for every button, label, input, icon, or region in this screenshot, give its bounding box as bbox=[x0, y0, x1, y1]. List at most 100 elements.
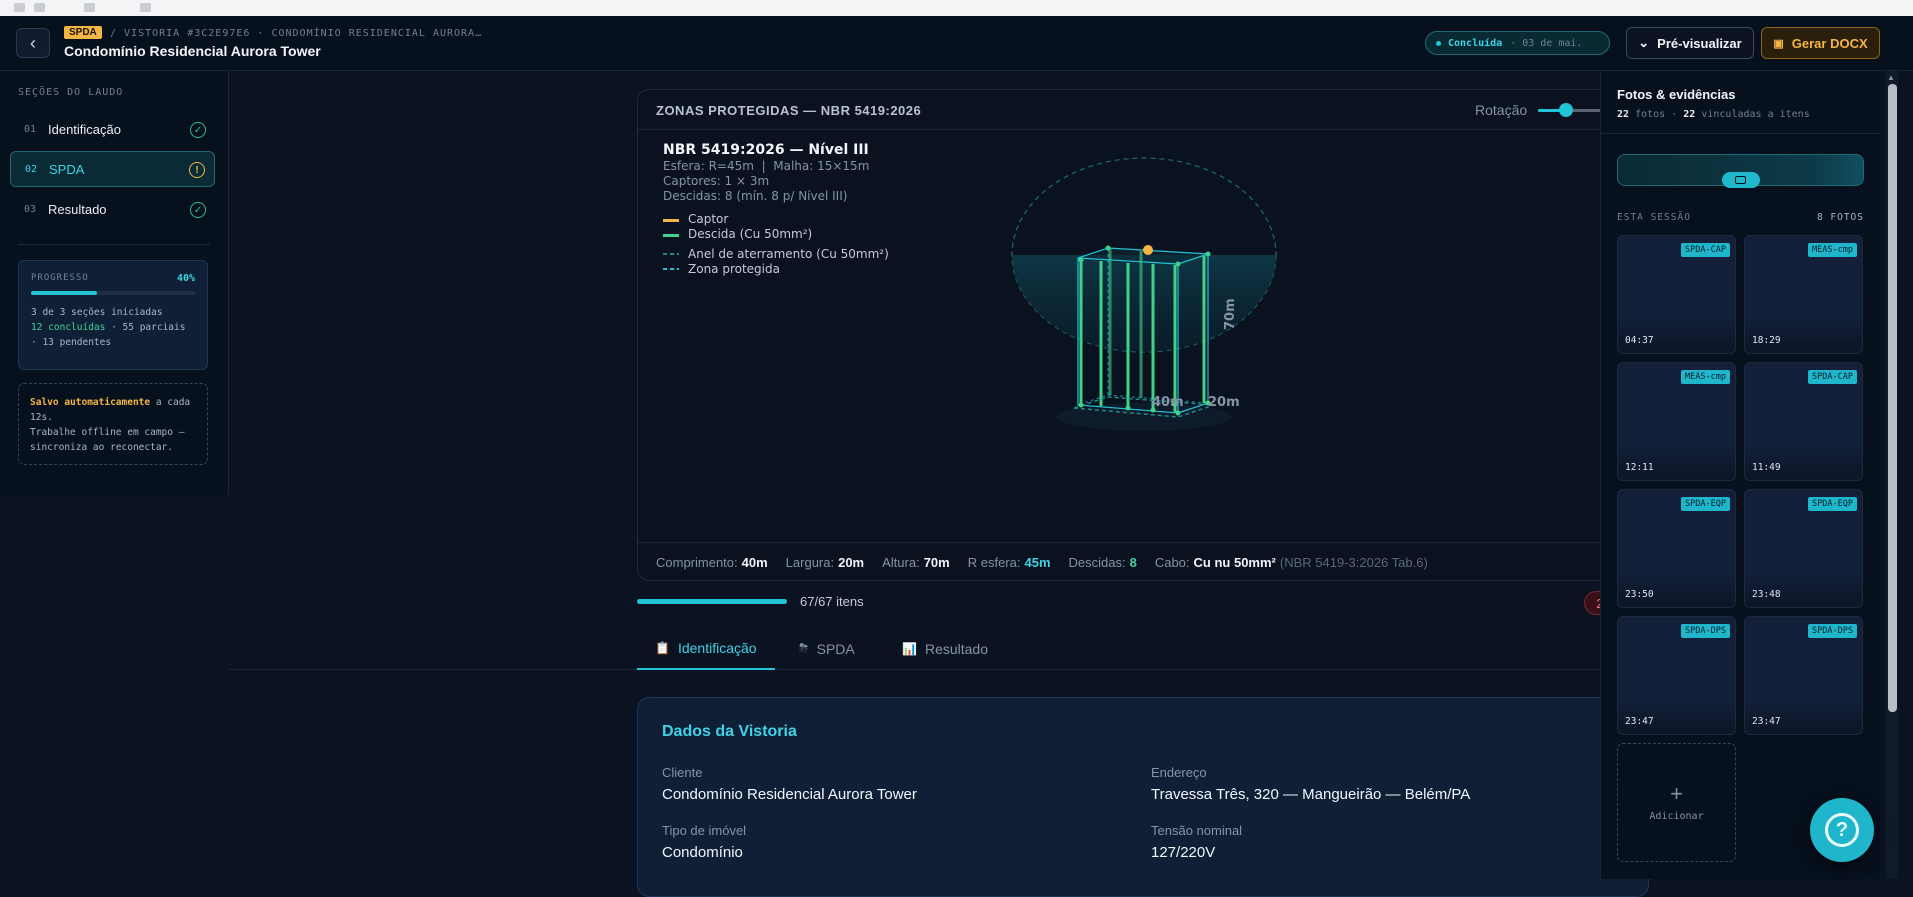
sidebar-item-number: 02 bbox=[25, 163, 38, 175]
sidebar-item-spda[interactable]: 02 SPDA ! bbox=[10, 151, 215, 187]
scroll-up-arrow-icon[interactable]: ▲ bbox=[1887, 73, 1895, 82]
chevron-down-icon: ⌄ bbox=[1638, 35, 1650, 50]
help-icon: ? bbox=[1825, 813, 1859, 847]
protected-zones-card: ZONAS PROTEGIDAS — NBR 5419:2026 Rotação… bbox=[637, 89, 1649, 581]
sidebar-item-resultado[interactable]: 03 Resultado ✓ bbox=[10, 191, 215, 227]
help-button[interactable]: ? bbox=[1810, 798, 1874, 862]
rotation-label: Rotação bbox=[1475, 102, 1528, 118]
generate-docx-button[interactable]: ▣ Gerar DOCX bbox=[1761, 27, 1880, 59]
toolbar-icon bbox=[140, 3, 151, 12]
clipboard-icon: 📋 bbox=[655, 640, 670, 655]
photo-thumbnail[interactable]: SPDA-CAP 11:49 bbox=[1744, 362, 1863, 481]
zones-card-header: ZONAS PROTEGIDAS — NBR 5419:2026 Rotação bbox=[638, 90, 1648, 130]
spda-3d-scene[interactable]: NBR 5419:2026 — Nível III Esfera: R=45m … bbox=[638, 130, 1649, 542]
autosave-offline-text: Trabalhe offline em campo — sincroniza a… bbox=[30, 427, 185, 453]
progress-card: PROGRESSO 40% 3 de 3 seções iniciadas 12… bbox=[18, 260, 208, 370]
check-circle-icon: ✓ bbox=[190, 122, 206, 138]
tab-identificacao[interactable]: 📋 Identificação bbox=[637, 627, 775, 670]
descents-label: Descidas: bbox=[1068, 555, 1126, 570]
zones-summary: Comprimento: 40m Largura: 20m Altura: 70m R… bbox=[638, 542, 1648, 580]
status-badge: Concluída · 03 de mai. bbox=[1425, 31, 1610, 55]
voltage-field: Tensão nominal 127/220V bbox=[1151, 823, 1242, 861]
photo-thumbnail[interactable]: SPDA-CAP 04:37 bbox=[1617, 235, 1736, 354]
photos-linked-count: 22 bbox=[1683, 109, 1696, 120]
session-label: ESTA SESSÃO bbox=[1617, 212, 1691, 223]
address-field: Endereço Travessa Três, 320 — Mangueirão… bbox=[1151, 765, 1470, 803]
legend-sphere-line: Esfera: R=45m | Malha: 15×15m bbox=[663, 159, 869, 173]
width-value: 20m bbox=[838, 555, 865, 570]
descents-value: 8 bbox=[1129, 555, 1137, 570]
autosave-notice: Salvo automaticamente a cada 12s. Trabal… bbox=[18, 383, 208, 465]
client-value[interactable]: Condomínio Residencial Aurora Tower bbox=[662, 786, 917, 803]
photo-thumbnail[interactable]: SPDA-EQP 23:48 bbox=[1744, 489, 1863, 608]
divider bbox=[1601, 133, 1881, 134]
property-type-field: Tipo de imóvel Condomínio bbox=[662, 823, 746, 861]
page-title: Condomínio Residencial Aurora Tower bbox=[64, 43, 321, 59]
photos-linked-label: vinculadas a itens bbox=[1701, 109, 1810, 120]
address-value[interactable]: Travessa Três, 320 — Mangueirão — Belém/… bbox=[1151, 786, 1470, 803]
photo-time: 04:37 bbox=[1625, 335, 1654, 346]
length-dimension-label: 40m bbox=[1152, 395, 1184, 410]
session-photo-count: 8 FOTOS bbox=[1816, 212, 1864, 223]
voltage-label: Tensão nominal bbox=[1151, 823, 1243, 838]
length-value: 40m bbox=[741, 555, 768, 570]
zones-title: ZONAS PROTEGIDAS — NBR 5419:2026 bbox=[656, 103, 922, 118]
legend-descent-label: Descida (Cu 50mm²) bbox=[688, 227, 812, 241]
property-type-value[interactable]: Condomínio bbox=[662, 844, 746, 861]
photo-thumbnail[interactable]: MEAS-cmp 12:11 bbox=[1617, 362, 1736, 481]
breadcrumb: / VISTORIA #3C2E97E6 · CONDOMÍNIO RESIDE… bbox=[110, 28, 483, 39]
divider bbox=[18, 244, 210, 245]
photo-thumbnail[interactable]: MEAS-cmp 18:29 bbox=[1744, 235, 1863, 354]
client-label: Cliente bbox=[662, 765, 703, 780]
tab-spda[interactable]: ⛈ SPDA bbox=[799, 627, 855, 670]
progress-pending-text: · 13 pendentes bbox=[31, 337, 112, 348]
photo-time: 23:47 bbox=[1752, 716, 1781, 727]
rotation-slider-handle[interactable] bbox=[1558, 103, 1573, 117]
toolbar-icon bbox=[84, 3, 95, 12]
back-button[interactable]: ‹ bbox=[16, 28, 50, 58]
capture-photo-button[interactable] bbox=[1617, 154, 1864, 188]
photo-tag: SPDA-DPS bbox=[1808, 624, 1857, 638]
sidebar-item-number: 01 bbox=[24, 123, 37, 135]
sidebar-item-identificacao[interactable]: 01 Identificação ✓ bbox=[10, 111, 215, 147]
sphere-value: 45m bbox=[1024, 555, 1051, 570]
sidebar-item-label: Identificação bbox=[48, 121, 121, 137]
voltage-value[interactable]: 127/220V bbox=[1151, 844, 1242, 861]
photo-thumbnail[interactable]: SPDA-DPS 23:47 bbox=[1744, 616, 1863, 735]
legend-ring-label: Anel de aterramento (Cu 50mm²) bbox=[688, 247, 889, 261]
toolbar-icon bbox=[34, 3, 45, 12]
tab-resultado[interactable]: 📊 Resultado bbox=[902, 627, 988, 670]
app-header: ‹ SPDA / VISTORIA #3C2E97E6 · CONDOMÍNIO… bbox=[0, 16, 1913, 71]
tab-bar: 📋 Identificação ⛈ SPDA 📊 Resultado bbox=[229, 627, 1600, 670]
add-photo-button[interactable]: + Adicionar bbox=[1617, 743, 1736, 862]
progress-bar-fill bbox=[31, 291, 97, 295]
photos-panel: Fotos & evidências 22 fotos · 22 vincula… bbox=[1600, 71, 1881, 879]
cable-reference: (NBR 5419-3:2026 Tab.6) bbox=[1279, 555, 1428, 570]
cable-value: Cu nu 50mm² bbox=[1193, 555, 1276, 570]
chart-icon: 📊 bbox=[902, 641, 917, 656]
sidebar-item-label: Resultado bbox=[48, 201, 107, 217]
check-circle-icon: ✓ bbox=[190, 202, 206, 218]
scrollbar-thumb[interactable] bbox=[1888, 84, 1897, 712]
sidebar-item-label: SPDA bbox=[49, 161, 85, 177]
photo-thumbnail[interactable]: SPDA-EQP 23:50 bbox=[1617, 489, 1736, 608]
height-dimension-label: 70m bbox=[1223, 298, 1238, 330]
status-dot-icon bbox=[1436, 40, 1441, 46]
client-field: Cliente Condomínio Residencial Aurora To… bbox=[662, 765, 917, 803]
width-label: Largura: bbox=[785, 555, 835, 570]
photo-time: 18:29 bbox=[1752, 335, 1781, 346]
warning-circle-icon: ! bbox=[189, 162, 205, 178]
legend-captor-label: Captor bbox=[688, 212, 728, 226]
photo-time: 11:49 bbox=[1752, 462, 1781, 473]
checklist-progress-bar bbox=[637, 599, 787, 604]
legend-descent-swatch bbox=[663, 234, 679, 237]
height-value: 70m bbox=[923, 555, 950, 570]
preview-button-label: Pré-visualizar bbox=[1657, 35, 1742, 51]
legend-captors-line: Captores: 1 × 3m bbox=[663, 174, 769, 188]
property-type-label: Tipo de imóvel bbox=[662, 823, 747, 838]
photo-thumbnail[interactable]: SPDA-DPS 23:47 bbox=[1617, 616, 1736, 735]
address-label: Endereço bbox=[1151, 765, 1207, 780]
length-label: Comprimento: bbox=[656, 555, 738, 570]
photo-tag: MEAS-cmp bbox=[1808, 243, 1857, 257]
preview-button[interactable]: ⌄ Pré-visualizar bbox=[1626, 27, 1754, 59]
